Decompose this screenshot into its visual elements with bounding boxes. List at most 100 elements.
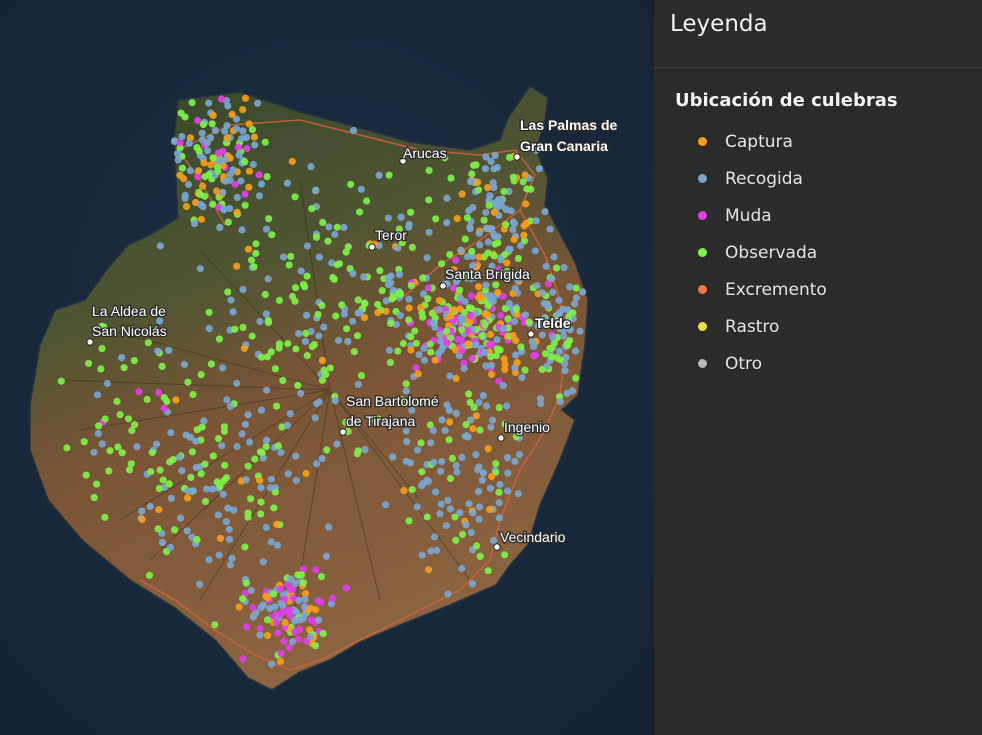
snake-point-recogida[interactable]: [205, 99, 213, 107]
snake-point-recogida[interactable]: [268, 660, 276, 668]
snake-point-observada[interactable]: [105, 467, 113, 475]
snake-point-recogida[interactable]: [354, 380, 362, 388]
snake-point-recogida[interactable]: [487, 224, 496, 233]
snake-point-recogida[interactable]: [226, 204, 234, 212]
snake-point-recogida[interactable]: [482, 362, 490, 370]
snake-point-recogida[interactable]: [315, 616, 323, 624]
snake-point-captura[interactable]: [240, 344, 248, 352]
snake-point-recogida[interactable]: [361, 446, 369, 454]
snake-point-recogida[interactable]: [481, 348, 489, 356]
snake-point-recogida[interactable]: [311, 414, 319, 422]
snake-point-captura[interactable]: [235, 603, 243, 611]
snake-point-recogida[interactable]: [511, 317, 519, 326]
snake-point-recogida[interactable]: [467, 178, 475, 186]
snake-point-captura[interactable]: [475, 253, 483, 261]
snake-point-recogida[interactable]: [425, 228, 433, 236]
snake-point-recogida[interactable]: [249, 160, 257, 169]
snake-point-observada[interactable]: [303, 272, 311, 280]
snake-point-observada[interactable]: [525, 318, 533, 326]
snake-point-observada[interactable]: [333, 223, 341, 231]
snake-point-recogida[interactable]: [219, 188, 227, 196]
snake-point-observada[interactable]: [270, 504, 278, 512]
snake-point-observada[interactable]: [376, 267, 384, 275]
snake-point-captura[interactable]: [223, 134, 231, 142]
snake-point-observada[interactable]: [220, 427, 228, 435]
snake-point-recogida[interactable]: [548, 275, 556, 283]
snake-point-recogida[interactable]: [475, 487, 483, 495]
snake-point-recogida[interactable]: [467, 528, 475, 537]
snake-point-observada[interactable]: [523, 185, 531, 193]
snake-point-muda[interactable]: [155, 389, 163, 397]
snake-point-observada[interactable]: [116, 411, 124, 419]
snake-point-observada[interactable]: [478, 332, 486, 340]
snake-point-recogida[interactable]: [415, 350, 423, 359]
snake-point-observada[interactable]: [247, 495, 255, 503]
snake-point-muda[interactable]: [458, 347, 466, 355]
snake-point-recogida[interactable]: [544, 301, 552, 309]
snake-point-recogida[interactable]: [245, 438, 254, 446]
snake-point-recogida[interactable]: [444, 590, 452, 598]
snake-point-captura[interactable]: [180, 175, 188, 183]
snake-point-observada[interactable]: [338, 301, 346, 309]
snake-point-observada[interactable]: [250, 263, 258, 271]
snake-point-captura[interactable]: [435, 296, 443, 305]
snake-point-observada[interactable]: [399, 339, 407, 348]
snake-point-observada[interactable]: [506, 153, 514, 161]
snake-point-recogida[interactable]: [413, 503, 421, 511]
snake-point-observada[interactable]: [447, 174, 455, 182]
snake-point-recogida[interactable]: [320, 323, 328, 331]
snake-point-captura[interactable]: [484, 445, 492, 453]
snake-point-observada[interactable]: [443, 327, 451, 335]
snake-point-observada[interactable]: [333, 261, 341, 269]
snake-point-observada[interactable]: [188, 99, 196, 107]
snake-point-recogida[interactable]: [509, 226, 517, 234]
snake-point-observada[interactable]: [211, 621, 219, 629]
snake-point-observada[interactable]: [165, 480, 173, 488]
snake-point-recogida[interactable]: [344, 337, 352, 345]
place-marker-ingenio[interactable]: [497, 434, 505, 442]
snake-point-captura[interactable]: [155, 506, 163, 514]
snake-point-observada[interactable]: [343, 325, 351, 333]
snake-point-observada[interactable]: [198, 423, 206, 431]
snake-point-observada[interactable]: [90, 494, 98, 502]
snake-point-observada[interactable]: [407, 282, 415, 290]
snake-point-recogida[interactable]: [507, 207, 515, 215]
snake-point-captura[interactable]: [501, 366, 509, 374]
snake-point-recogida[interactable]: [418, 482, 426, 490]
place-marker-telde[interactable]: [527, 330, 535, 338]
snake-point-muda[interactable]: [280, 637, 288, 645]
snake-point-captura[interactable]: [199, 182, 207, 190]
snake-point-observada[interactable]: [197, 470, 205, 478]
snake-point-muda[interactable]: [296, 625, 304, 633]
snake-point-observada[interactable]: [284, 340, 292, 348]
snake-point-muda[interactable]: [281, 595, 289, 603]
snake-point-observada[interactable]: [463, 214, 471, 222]
snake-point-recogida[interactable]: [301, 337, 309, 346]
snake-point-recogida[interactable]: [559, 305, 567, 313]
snake-point-recogida[interactable]: [167, 494, 175, 502]
snake-point-observada[interactable]: [509, 173, 517, 181]
snake-point-observada[interactable]: [143, 395, 151, 404]
snake-point-observada[interactable]: [353, 332, 362, 340]
snake-point-muda[interactable]: [272, 619, 280, 627]
snake-point-recogida[interactable]: [230, 506, 238, 514]
snake-point-recogida[interactable]: [214, 511, 222, 519]
snake-point-captura[interactable]: [264, 594, 272, 602]
snake-point-recogida[interactable]: [403, 438, 411, 446]
snake-point-recogida[interactable]: [427, 547, 435, 555]
snake-point-observada[interactable]: [197, 371, 205, 379]
snake-point-recogida[interactable]: [311, 187, 320, 195]
snake-point-observada[interactable]: [279, 376, 287, 385]
snake-point-recogida[interactable]: [486, 484, 495, 492]
snake-point-observada[interactable]: [125, 466, 134, 474]
snake-point-observada[interactable]: [95, 422, 103, 430]
snake-point-observada[interactable]: [268, 231, 276, 239]
place-marker-san-bartolome[interactable]: [339, 428, 347, 436]
snake-point-recogida[interactable]: [292, 476, 300, 484]
snake-point-captura[interactable]: [302, 469, 310, 478]
snake-point-captura[interactable]: [453, 214, 461, 223]
snake-point-recogida[interactable]: [423, 476, 431, 484]
snake-point-recogida[interactable]: [556, 398, 564, 406]
snake-point-recogida[interactable]: [490, 165, 498, 173]
snake-point-recogida[interactable]: [511, 457, 519, 465]
